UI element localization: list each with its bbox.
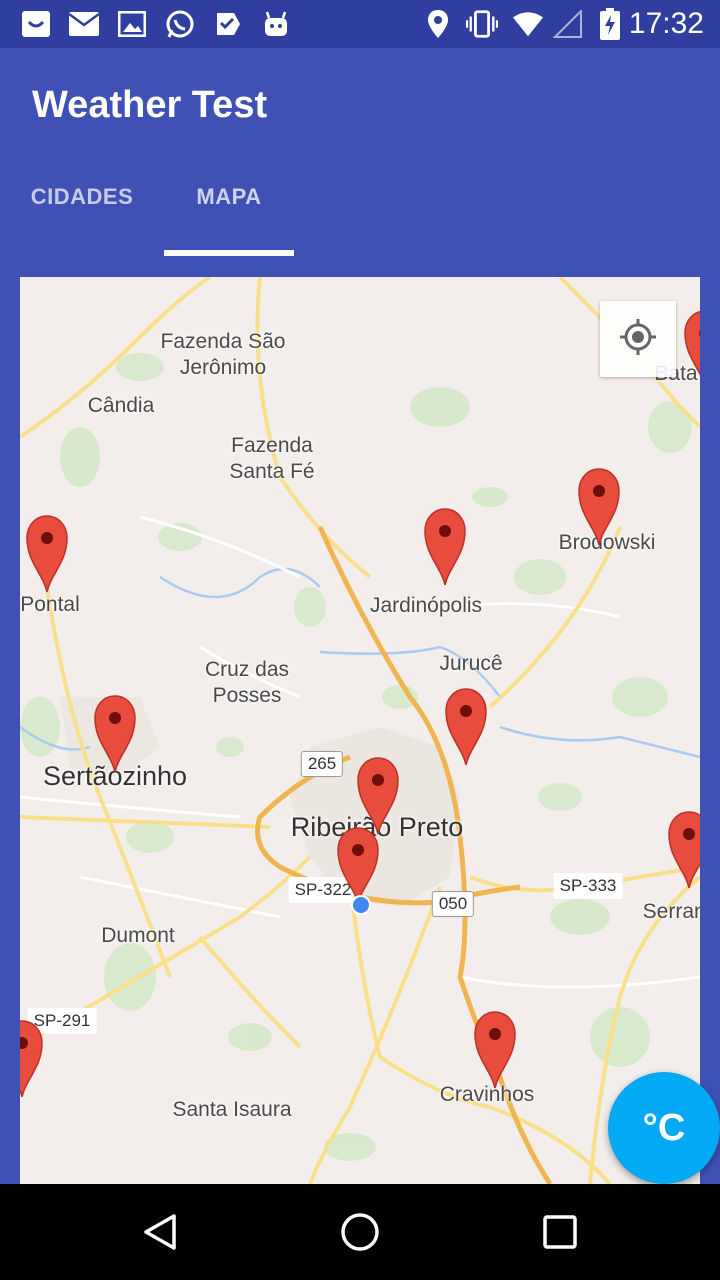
my-location-button[interactable] <box>600 301 676 377</box>
home-icon[interactable] <box>336 1208 384 1256</box>
battery-charging-icon <box>594 8 626 40</box>
image-icon <box>116 8 148 40</box>
navigation-bar <box>0 1184 720 1280</box>
android-icon <box>260 8 292 40</box>
map-marker-ribeirao-preto-1[interactable] <box>356 756 400 836</box>
tab-cidades[interactable]: CIDADES <box>0 184 164 258</box>
wifi-icon <box>512 8 544 40</box>
place-fazenda-sao-jeronimo: Fazenda São Jerônimo <box>160 330 286 379</box>
tab-indicator <box>164 250 294 256</box>
place-candia: Cândia <box>87 394 155 417</box>
road-shield-265: 265 <box>300 751 344 777</box>
map-marker-bata[interactable] <box>683 309 700 389</box>
map-marker-west[interactable] <box>20 1019 44 1099</box>
crosshair-icon <box>618 317 658 362</box>
back-icon[interactable] <box>136 1208 184 1256</box>
app-bar: Weather Test CIDADES MAPA <box>0 48 720 258</box>
place-fazenda-santa-fe: Fazenda Santa Fé <box>229 434 315 483</box>
map-marker-brodowski[interactable] <box>577 467 621 547</box>
recents-icon[interactable] <box>536 1208 584 1256</box>
whatsapp-icon <box>164 8 196 40</box>
map-marker-cravinhos[interactable] <box>473 1010 517 1090</box>
place-santa-isaura: Santa Isaura <box>172 1098 292 1121</box>
map-marker-ribeirao-preto-2[interactable] <box>336 826 380 906</box>
app-title: Weather Test <box>32 84 268 126</box>
celsius-fab-button[interactable]: °C <box>608 1072 720 1184</box>
notification-icon <box>20 8 52 40</box>
place-pontal: Pontal <box>20 593 80 616</box>
road-label-sp-333: SP-333 <box>553 873 623 899</box>
map-marker-pontal[interactable] <box>25 514 69 594</box>
status-time: 17:32 <box>628 7 704 40</box>
user-location-dot <box>351 895 371 915</box>
road-shield-050: 050 <box>431 891 475 917</box>
map-marker-serrana[interactable] <box>667 810 700 890</box>
place-juruce: Jurucê <box>439 652 503 675</box>
vibrate-icon <box>466 8 498 40</box>
status-bar: 17:32 <box>0 0 720 48</box>
place-jardinopolis: Jardinópolis <box>369 594 483 617</box>
place-serrana: Serrana <box>642 900 700 923</box>
mail-icon <box>68 8 100 40</box>
task-icon <box>212 8 244 40</box>
map-view[interactable]: Fazenda São Jerônimo Cândia Fazenda Sant… <box>20 277 700 1184</box>
location-icon <box>422 8 454 40</box>
map-marker-sertaozinho[interactable] <box>93 694 137 774</box>
place-dumont: Dumont <box>101 924 175 947</box>
signal-icon <box>552 8 584 40</box>
map-marker-jardinopolis[interactable] <box>423 507 467 587</box>
content-area: Fazenda São Jerônimo Cândia Fazenda Sant… <box>0 258 720 1184</box>
place-cruz-das-posses: Cruz das Posses <box>204 658 290 707</box>
tab-mapa[interactable]: MAPA <box>164 184 294 258</box>
map-marker-juruce[interactable] <box>444 687 488 767</box>
